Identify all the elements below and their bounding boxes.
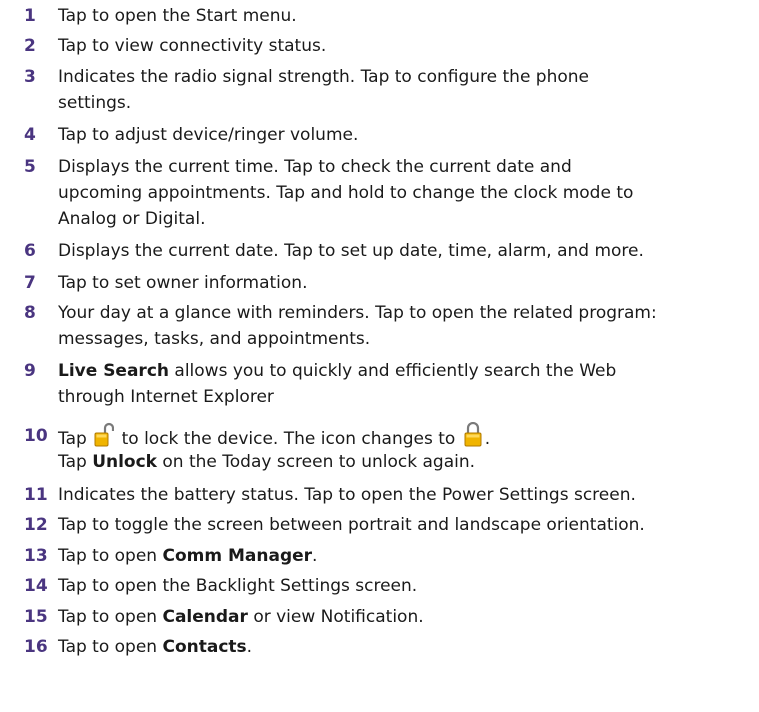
item-text: Tap to open the Backlight Settings scree…: [58, 576, 418, 596]
item-text-post: .: [246, 637, 253, 657]
locked-padlock-icon: [464, 422, 482, 447]
item-text-mid: to lock the device. The icon changes to: [121, 429, 456, 449]
item-text: Tap to view connectivity status.: [58, 36, 327, 56]
item-text-post: or view Notification.: [247, 607, 424, 627]
item-number: 13: [24, 546, 48, 566]
item-text: Tap to open the Start menu.: [58, 6, 297, 26]
item-number: 11: [24, 485, 48, 505]
item-number: 2: [24, 36, 36, 56]
item-text-end: .: [484, 429, 491, 449]
item-text: Tap to open Calendar or view Notificatio…: [58, 603, 748, 631]
contacts-label: Contacts: [162, 637, 247, 657]
live-search-label: Live Search: [58, 361, 169, 381]
calendar-label: Calendar: [162, 607, 248, 627]
item-number: 3: [24, 67, 36, 87]
item-text: Indicates the radio signal strength. Tap…: [58, 67, 590, 87]
item-text: through Internet Explorer: [58, 387, 274, 407]
item-text: messages, tasks, and appointments.: [58, 329, 371, 349]
item-text: Indicates the battery status. Tap to ope…: [58, 485, 636, 505]
item-number: 16: [24, 637, 48, 657]
item-text-pre: Tap to open: [58, 546, 163, 566]
item-text-pre: Tap to open: [58, 637, 163, 657]
item-number: 5: [24, 157, 36, 177]
item-text: Your day at a glance with reminders. Tap…: [58, 303, 657, 323]
item-number: 1: [24, 6, 36, 26]
item-text: Live Search allows you to quickly and ef…: [58, 357, 748, 385]
unlock-label: Unlock: [92, 452, 157, 472]
item-number: 7: [24, 273, 36, 293]
item-number: 14: [24, 576, 48, 596]
item-number: 9: [24, 361, 36, 381]
item-text: upcoming appointments. Tap and hold to c…: [58, 183, 634, 203]
item-text: Displays the current time. Tap to check …: [58, 157, 572, 177]
unlocked-padlock-icon: [94, 422, 115, 447]
item-number: 6: [24, 241, 36, 261]
item-text-post: .: [312, 546, 318, 566]
item-number: 12: [24, 515, 48, 535]
item-number: 10: [24, 426, 48, 446]
item-text-pre: Tap: [58, 429, 87, 449]
item-text: Displays the current date. Tap to set up…: [58, 241, 644, 261]
item-text: Tap to toggle the screen between portrai…: [58, 515, 645, 535]
item-text: Tap to open Comm Manager.: [58, 542, 748, 570]
item-text-pre: Tap to open: [58, 607, 163, 627]
item-text-rest: allows you to quickly and efficiently se…: [169, 361, 617, 381]
item-text: Tap to adjust device/ringer volume.: [58, 125, 359, 145]
item-text: Tap to set owner information.: [58, 273, 308, 293]
comm-manager-label: Comm Manager: [162, 546, 313, 566]
item-number: 15: [24, 607, 48, 627]
item-text-pre: Tap: [58, 452, 93, 472]
item-text-post: on the Today screen to unlock again.: [156, 452, 476, 472]
item-text: Tap to open Contacts.: [58, 633, 748, 661]
item-text: Analog or Digital.: [58, 209, 206, 229]
item-number: 4: [24, 125, 36, 145]
item-text: settings.: [58, 93, 132, 113]
item-text: Tap Unlock on the Today screen to unlock…: [58, 448, 748, 476]
item-number: 8: [24, 303, 36, 323]
